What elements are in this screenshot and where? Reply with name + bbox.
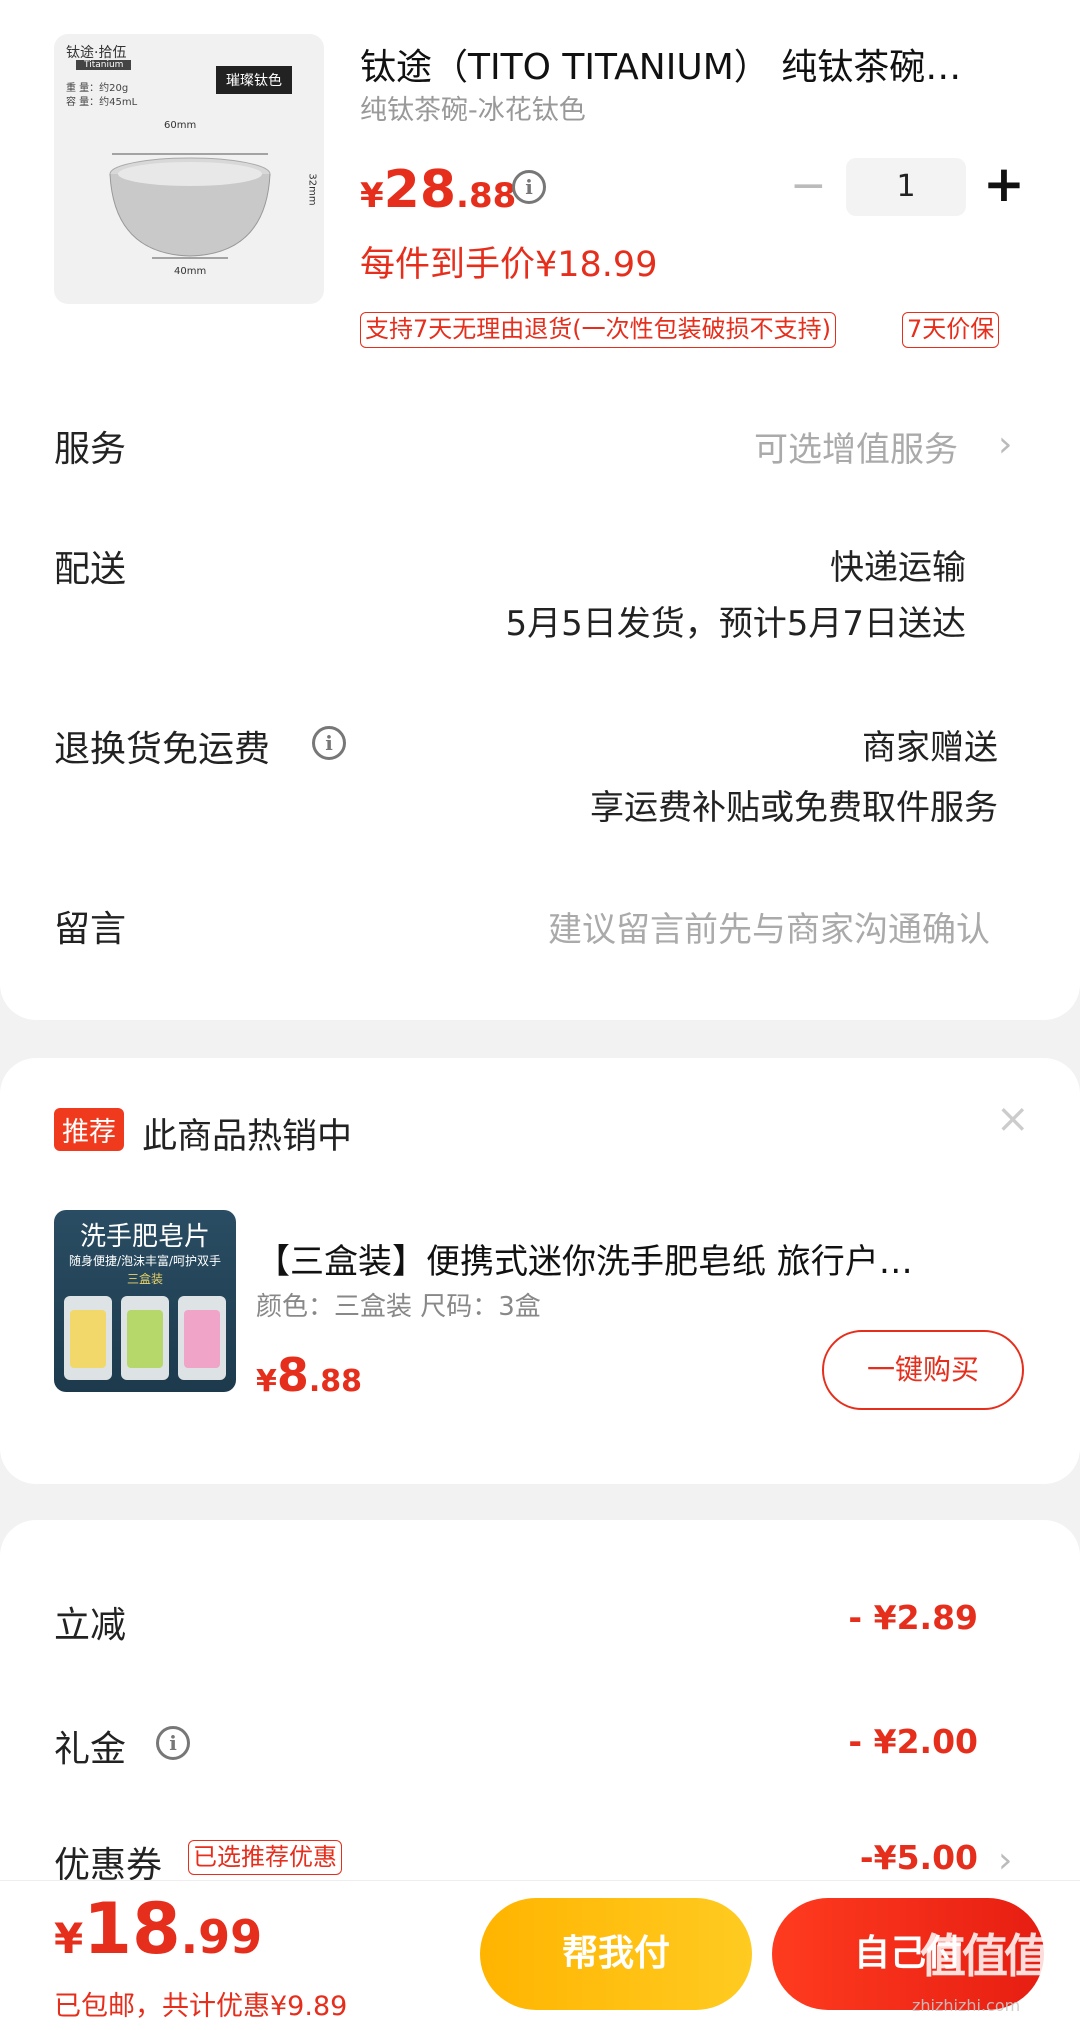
gift-info-icon[interactable]: i [156,1726,190,1760]
coupon-tag: 已选推荐优惠 [188,1840,342,1875]
soap-box-yellow [64,1296,112,1380]
thumb-spec: 重 量：约20g 容 量：约45mL [66,82,137,110]
total-price: ¥18.99 [54,1888,262,1970]
instant-discount-label: 立减 [54,1605,127,1646]
gift-money-value: - ¥2.00 [848,1722,978,1761]
plus-icon[interactable]: + [982,159,1026,210]
thumb-spec-weight: 重 量：约20g [66,83,129,94]
thumb-brand: 钛途·拾伍 [66,45,127,61]
watermark: 值值值 [920,1929,1050,1983]
coupon-value[interactable]: -¥5.00 [860,1838,978,1877]
close-icon[interactable]: × [996,1096,1030,1142]
minus-icon[interactable]: − [790,164,827,208]
recommend-price-currency: ¥ [256,1364,277,1399]
chevron-right-icon[interactable]: › [998,424,1012,465]
thumb-brand-sub: Titanium [76,60,132,70]
soap-box-green [121,1296,169,1380]
service-value[interactable]: 可选增值服务 [754,422,958,471]
thumb-dim-side: 32mm [306,173,318,206]
watermark-url: zhizhizhi.com [912,1996,1021,2015]
product-variant[interactable]: 纯钛茶碗-冰花钛色 [360,88,586,127]
chevron-right-icon[interactable]: › [998,1840,1012,1881]
delivery-method[interactable]: 快递运输 [830,540,966,589]
soap-box-pink [178,1296,226,1380]
return-label: 退换货免运费 [54,729,271,770]
thumb-tag: 璀璨钛色 [216,66,292,94]
price-info-icon[interactable]: i [512,170,546,204]
recommend-product-name[interactable]: 【三盒装】便携式迷你洗手肥皂纸 旅行户… [256,1234,1016,1283]
gift-money-label: 礼金 [54,1729,127,1770]
product-thumbnail[interactable]: 钛途·拾伍 Titanium 重 量：约20g 容 量：约45mL 璀璨钛色 6… [54,34,324,304]
recommend-price-decimal: .88 [308,1364,363,1399]
delivery-time: 5月5日发货，预计5月7日送达 [505,604,966,644]
message-label: 留言 [54,909,127,950]
return-value: 商家赠送 [862,728,998,768]
total-note: 已包邮，共计优惠¥9.89 [54,1991,348,2022]
message-input[interactable]: 建议留言前先与商家沟通确认 [548,902,990,951]
price-decimal: .88 [456,176,517,216]
recommend-price: ¥8.88 [256,1348,362,1402]
return-info-icon[interactable]: i [312,726,346,760]
thumb-sub: 随身便捷/泡沫丰富/呵护双手 [68,1254,222,1268]
product-title[interactable]: 钛途（TITO TITANIUM） 纯钛茶碗… [360,38,1010,90]
price-integer: 28 [383,160,457,220]
return-policy-badge: 支持7天无理由退货(一次性包装破损不支持) [360,312,836,348]
delivery-label: 配送 [54,549,127,590]
total-integer: 18 [83,1888,181,1970]
thumb-spec-volume: 容 量：约45mL [66,97,138,108]
recommend-spec: 颜色：三盒装 尺码：3盒 [256,1292,541,1322]
thumb-sub2: 三盒装 [126,1272,163,1286]
return-service: 享运费补贴或免费取件服务 [590,788,998,828]
instant-discount-value: - ¥2.89 [848,1598,978,1637]
price-protect-badge: 7天价保 [902,312,1000,348]
one-click-buy-button[interactable]: 一键购买 [822,1330,1024,1410]
help-me-pay-button[interactable]: 帮我付 [480,1898,752,2010]
thumb-heading: 洗手肥皂片 [79,1222,210,1252]
final-price: 每件到手价¥18.99 [360,245,658,285]
recommend-badge: 推荐 [54,1108,124,1151]
price-currency: ¥ [360,176,384,216]
recommend-title: 此商品热销中 [142,1117,353,1157]
total-decimal: .99 [180,1910,263,1964]
service-label: 服务 [54,429,127,470]
total-currency: ¥ [54,1914,84,1963]
quantity-stepper[interactable]: 1 [846,158,966,216]
recommend-thumbnail[interactable]: 洗手肥皂片 随身便捷/泡沫丰富/呵护双手 三盒装 [54,1210,236,1392]
bowl-image [109,153,271,259]
thumb-dim-top: 60mm [164,120,197,131]
recommend-price-integer: 8 [276,1348,309,1402]
thumb-dim-bottom: 40mm [174,266,207,277]
product-price: ¥28.88 [360,160,516,220]
